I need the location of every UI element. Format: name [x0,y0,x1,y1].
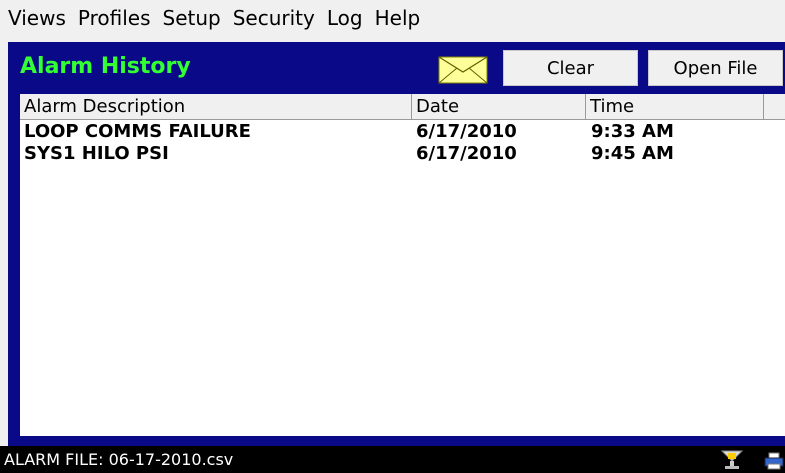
column-header-filler [764,94,785,120]
menu-log[interactable]: Log [321,0,369,36]
cell-time: 9:33 AM [591,121,674,142]
table-header: Alarm Description Date Time [20,94,785,120]
envelope-icon[interactable] [438,56,488,84]
cell-date: 6/17/2010 [416,121,517,142]
menu-bar: Views Profiles Setup Security Log Help [0,0,785,36]
printer-icon[interactable] [763,451,785,471]
column-header-description[interactable]: Alarm Description [20,94,412,120]
menu-setup[interactable]: Setup [157,0,227,36]
network-icon[interactable] [720,449,744,471]
clear-button[interactable]: Clear [503,50,638,86]
cell-date: 6/17/2010 [416,143,517,164]
menu-views[interactable]: Views [0,0,72,36]
alarm-table: Alarm Description Date Time LOOP COMMS F… [20,94,785,436]
screen: Views Profiles Setup Security Log Help A… [0,0,785,473]
cell-time: 9:45 AM [591,143,674,164]
cell-description: SYS1 HILO PSI [24,143,169,164]
column-header-date[interactable]: Date [412,94,586,120]
menu-security[interactable]: Security [227,0,321,36]
table-row[interactable]: LOOP COMMS FAILURE 6/17/2010 9:33 AM [20,121,785,143]
menu-help[interactable]: Help [369,0,427,36]
menu-profiles[interactable]: Profiles [72,0,157,36]
alarm-history-panel: Alarm History Clear Open File Alarm Desc… [8,42,785,446]
panel-title: Alarm History [20,54,191,79]
status-bar: ALARM FILE: 06-17-2010.csv [0,446,785,473]
table-row[interactable]: SYS1 HILO PSI 6/17/2010 9:45 AM [20,143,785,165]
column-header-time[interactable]: Time [586,94,764,120]
alarm-file-label: ALARM FILE: 06-17-2010.csv [4,450,234,469]
cell-description: LOOP COMMS FAILURE [24,121,251,142]
open-file-button[interactable]: Open File [648,50,783,86]
